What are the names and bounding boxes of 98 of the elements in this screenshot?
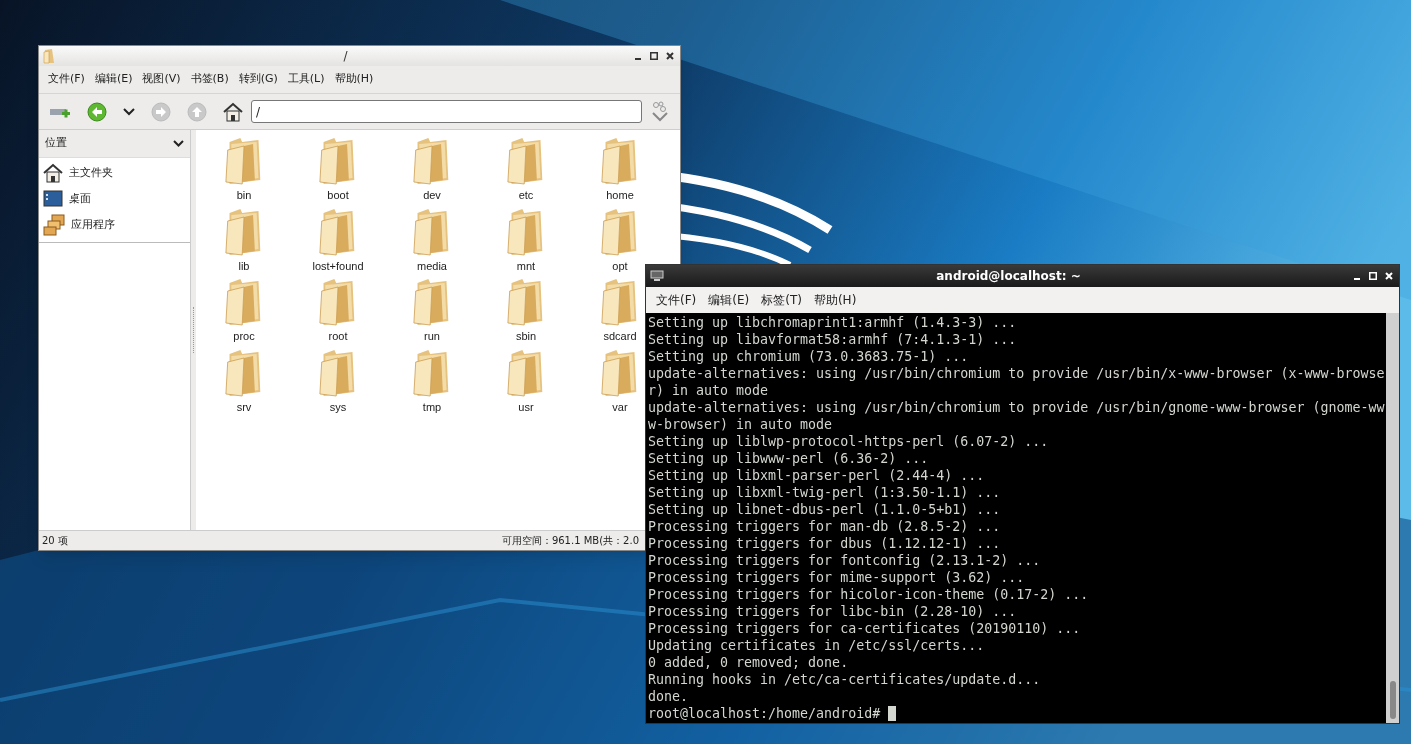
terminal-line: Updating certificates in /etc/ssl/certs... (648, 637, 986, 654)
monitor-icon (650, 270, 664, 282)
menu-item[interactable]: 转到(G) (233, 71, 283, 88)
folder-name: run (424, 329, 440, 344)
home-icon[interactable] (223, 101, 243, 122)
menu-item[interactable]: 编辑(E) (702, 291, 756, 309)
terminal-line: Setting up libnet-dbus-perl (1.1.0-5+b1) ... (648, 501, 1002, 518)
home-icon (43, 163, 63, 183)
terminal-line: Processing triggers for mime-support (3.62) ... (648, 569, 1026, 586)
folder-icon[interactable] (225, 136, 263, 186)
menu-item[interactable]: 文件(F) (43, 71, 90, 88)
sidebar-item[interactable]: 主文件夹 (69, 164, 113, 182)
terminal-line: Setting up libxml-parser-perl (2.44-4) ... (648, 467, 986, 484)
folder-icon[interactable] (507, 347, 545, 398)
folder-icon[interactable] (319, 206, 357, 257)
terminal-line: Processing triggers for libc-bin (2.28-10) ... (648, 603, 1018, 620)
terminal-line: Processing triggers for dbus (1.12.12-1) ... (648, 535, 1002, 552)
window-title: / (342, 48, 349, 65)
folder-icon[interactable] (507, 277, 545, 327)
terminal-line: update-alternatives: using /usr/bin/chromium to provide /usr/bin/gnome-www-browser (gnome-ww (648, 399, 1386, 416)
terminal-line: update-alternatives: using /usr/bin/chromium to provide /usr/bin/x-www-browser (x-www-browse (648, 365, 1386, 382)
boxes-icon (43, 214, 65, 236)
terminal-line: Running hooks in /etc/ca-certificates/update.d... (648, 671, 1042, 688)
folder-icon[interactable] (319, 136, 357, 186)
folder-name: media (417, 258, 447, 274)
terminal-line: Setting up libwww-perl (6.36-2) ... (648, 450, 930, 467)
menu-item[interactable]: 文件(F) (650, 291, 703, 309)
folder-name: opt (612, 258, 628, 274)
menu-item[interactable]: 标签(T) (755, 291, 808, 309)
folder-icon[interactable] (413, 347, 451, 398)
sidebar-item[interactable]: 应用程序 (71, 216, 115, 234)
folder-name: mnt (516, 258, 536, 274)
menu-item[interactable]: 工具(L) (282, 71, 330, 88)
folder-icon[interactable] (413, 277, 451, 327)
folder-name: root (328, 329, 348, 344)
terminal-line: Setting up chromium (73.0.3683.75-1) ... (648, 348, 970, 365)
folder-name: lib (238, 258, 250, 274)
terminal-line: done. (648, 688, 690, 705)
folder-name: lost+found (312, 258, 364, 274)
folder-name: home (606, 188, 634, 203)
terminal-line: Setting up liblwp-protocol-https-perl (6.07-2) ... (648, 433, 1050, 450)
folder-icon[interactable] (507, 206, 545, 257)
folder-name: var (612, 399, 628, 415)
menu-item[interactable]: 帮助(H) (807, 291, 863, 309)
folder-name: etc (518, 188, 534, 203)
folder-name: sys (329, 399, 347, 415)
folder-name: usr (518, 399, 534, 415)
folder-icon[interactable] (319, 347, 357, 398)
menu-item[interactable]: 书签(B) (185, 71, 234, 88)
folder-name: dev (423, 188, 441, 203)
location-field[interactable]: / (251, 100, 642, 123)
chevron-down-icon[interactable] (173, 140, 184, 147)
terminal-line: Setting up libxml-twig-perl (1:3.50-1.1) ... (648, 484, 1002, 501)
scrollbar-thumb[interactable] (1389, 681, 1396, 719)
terminal-line: Processing triggers for ca-certificates (20190110) ... (648, 620, 1082, 637)
terminal-line: Processing triggers for hicolor-icon-theme (0.17-2) ... (648, 586, 1090, 603)
terminal-line: w-browser) in auto mode (648, 416, 834, 433)
folder-icon[interactable] (225, 206, 263, 257)
folder-icon[interactable] (225, 277, 263, 327)
menu-item[interactable]: 帮助(H) (329, 71, 379, 88)
folder-name: proc (233, 329, 255, 344)
status-text: 可用空间：961.1 MB(共：2.0 (501, 534, 639, 548)
terminal-line: Processing triggers for fontconfig (2.13.1-2) ... (648, 552, 1042, 569)
text-cursor (888, 706, 897, 721)
terminal-line: Processing triggers for man-db (2.8.5-2) ... (648, 518, 1002, 535)
folder-name: sbin (515, 329, 537, 344)
folder-name: boot (327, 188, 349, 203)
folder-icon[interactable] (601, 277, 639, 327)
close-icon[interactable] (666, 52, 674, 60)
folder-icon[interactable] (601, 206, 639, 257)
throbber-icon (650, 100, 670, 123)
folder-name: srv (236, 399, 252, 415)
terminal-line: Setting up libavformat58:armhf (7:4.1.3-1) ... (648, 331, 1018, 348)
menu-item[interactable]: 编辑(E) (89, 71, 138, 88)
folder-name: tmp (422, 399, 442, 415)
chevron-down-icon[interactable] (123, 107, 135, 116)
terminal-line: Setting up libchromaprint1:armhf (1.4.3-3) ... (648, 314, 1018, 331)
status-text: 20 项 (42, 534, 68, 548)
window-title: android@localhost: ~ (935, 268, 1082, 285)
folder-name: bin (236, 188, 252, 203)
sidebar-item[interactable]: 桌面 (69, 190, 91, 208)
scrollbar[interactable] (1386, 313, 1399, 723)
folder-icon[interactable] (601, 347, 639, 398)
folder-icon (43, 48, 57, 64)
sidebar-header: 位置 (45, 135, 67, 152)
folder-icon[interactable] (413, 206, 451, 257)
folder-icon[interactable] (413, 136, 451, 186)
menu-item[interactable]: 视图(V) (137, 71, 186, 88)
shell-prompt: root@localhost:/home/android# (648, 705, 881, 722)
folder-name: sdcard (603, 329, 637, 344)
terminal-line: r) in auto mode (648, 382, 770, 399)
folder-icon[interactable] (225, 347, 263, 398)
folder-icon[interactable] (319, 277, 357, 327)
terminal-line: 0 added, 0 removed; done. (648, 654, 850, 671)
maximize-icon[interactable] (650, 52, 658, 60)
folder-icon[interactable] (507, 136, 545, 186)
folder-icon[interactable] (601, 136, 639, 186)
monitor-icon (43, 190, 63, 208)
